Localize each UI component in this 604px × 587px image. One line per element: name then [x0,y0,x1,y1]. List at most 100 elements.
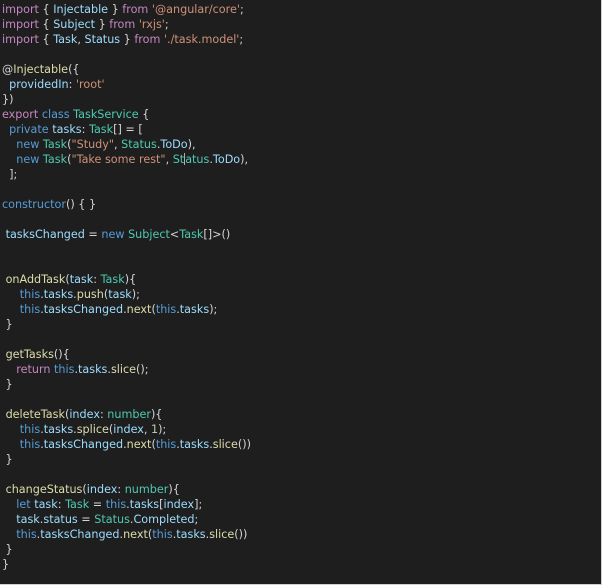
code-token: []>() [203,228,231,241]
code-token: ), [240,153,249,166]
code-token: index [86,483,118,496]
code-token: getTasks [5,348,54,361]
code-line[interactable] [2,467,601,482]
code-token: { [38,33,54,46]
code-line[interactable]: import { Task, Status } from './task.mod… [2,32,601,47]
code-line[interactable]: onAddTask(task: Task){ [2,272,601,287]
code-token: }) [2,93,14,106]
code-token: : [117,483,125,496]
code-token: tasks [176,528,206,541]
code-line[interactable]: this.tasksChanged.next(this.tasks); [2,302,601,317]
code-token: St [172,153,185,166]
code-token: = [77,513,95,526]
code-token: ()) [234,528,248,541]
code-editor[interactable]: import { Injectable } from '@angular/cor… [0,0,602,585]
code-line[interactable]: }) [2,92,601,107]
code-line[interactable] [2,257,601,272]
code-token: constructor [2,198,66,211]
code-token: Subject [53,18,96,31]
code-line[interactable]: this.tasks.push(task); [2,287,601,302]
code-token: Task [100,273,125,286]
code-line[interactable] [2,332,601,347]
code-token: Status [84,33,121,46]
code-line[interactable]: private tasks: Task[] = [ [2,122,601,137]
code-token: this [19,438,41,451]
code-token: ]; [194,498,203,511]
code-line[interactable]: deleteTask(index: number){ [2,407,601,422]
code-line[interactable]: } [2,317,601,332]
code-line[interactable]: export class TaskService { [2,107,601,122]
code-line[interactable] [2,182,601,197]
code-token: push [76,288,104,301]
code-token: number [124,483,169,496]
code-line[interactable]: this.tasksChanged.next(this.tasks.slice(… [2,437,601,452]
code-line[interactable]: new Task("Study", Status.ToDo), [2,137,601,152]
code-token: Task [179,228,204,241]
code-token: ; [164,18,169,31]
code-token: './task.model' [163,33,240,46]
code-token: "Take some rest" [71,153,166,166]
code-token: new [16,138,40,151]
code-line[interactable]: } [2,542,601,557]
code-token: { [38,18,54,31]
code-line[interactable]: tasksChanged = new Subject<Task[]>() [2,227,601,242]
code-token: { [38,3,54,16]
code-token: = [89,498,106,511]
code-token: Injectable [13,63,69,76]
code-token: providedIn [9,78,69,91]
code-token: import [2,3,39,16]
code-token: [] = [ [113,123,143,136]
code-token: tasksChanged [43,303,124,316]
code-line[interactable] [2,212,601,227]
code-token: tasksChanged [43,438,124,451]
code-token: this [155,303,177,316]
code-token: () { } [65,198,97,211]
code-line[interactable]: this.tasksChanged.next(this.tasks.slice(… [2,527,601,542]
code-token: Task [53,33,78,46]
code-token: from [134,33,161,46]
code-line[interactable]: } [2,452,601,467]
code-token: next [126,438,152,451]
code-token: } [2,378,13,391]
code-line[interactable]: import { Subject } from 'rxjs'; [2,17,601,32]
code-line[interactable]: this.tasks.splice(index, 1); [2,422,601,437]
code-line[interactable]: constructor() { } [2,197,601,212]
code-token: ({ [68,63,80,76]
code-token: index [69,408,100,421]
code-token: task [16,513,40,526]
code-line[interactable]: providedIn: 'root' [2,77,601,92]
code-token: : [93,273,101,286]
code-line[interactable] [2,242,601,257]
code-token: new [16,153,40,166]
code-token: private [9,123,49,136]
code-token: { [138,108,150,121]
code-line[interactable]: ]; [2,167,601,182]
code-token: index [163,498,195,511]
code-line[interactable]: } [2,377,601,392]
code-token: this [19,303,41,316]
code-token: } [2,543,13,556]
code-line[interactable]: getTasks(){ [2,347,601,362]
code-content[interactable]: import { Injectable } from '@angular/cor… [2,2,601,572]
code-token: return [16,363,51,376]
code-line[interactable]: changeStatus(index: number){ [2,482,601,497]
code-token: Subject [128,228,170,241]
code-token: this [54,363,75,376]
code-line[interactable]: task.status = Status.Completed; [2,512,601,527]
code-line[interactable] [2,47,601,62]
code-line[interactable]: } [2,557,601,572]
code-token: , [143,423,152,436]
code-line[interactable]: return this.tasks.slice(); [2,362,601,377]
code-token: status [43,513,78,526]
code-line[interactable]: @Injectable({ [2,62,601,77]
code-token: this [105,498,127,511]
code-line[interactable]: import { Injectable } from '@angular/cor… [2,2,601,17]
code-line[interactable]: let task: Task = this.tasks[index]; [2,497,601,512]
code-line[interactable]: new Task("Take some rest", Status.ToDo), [2,152,601,167]
code-line[interactable] [2,392,601,407]
code-token: from [122,3,149,16]
code-token: task [108,288,132,301]
